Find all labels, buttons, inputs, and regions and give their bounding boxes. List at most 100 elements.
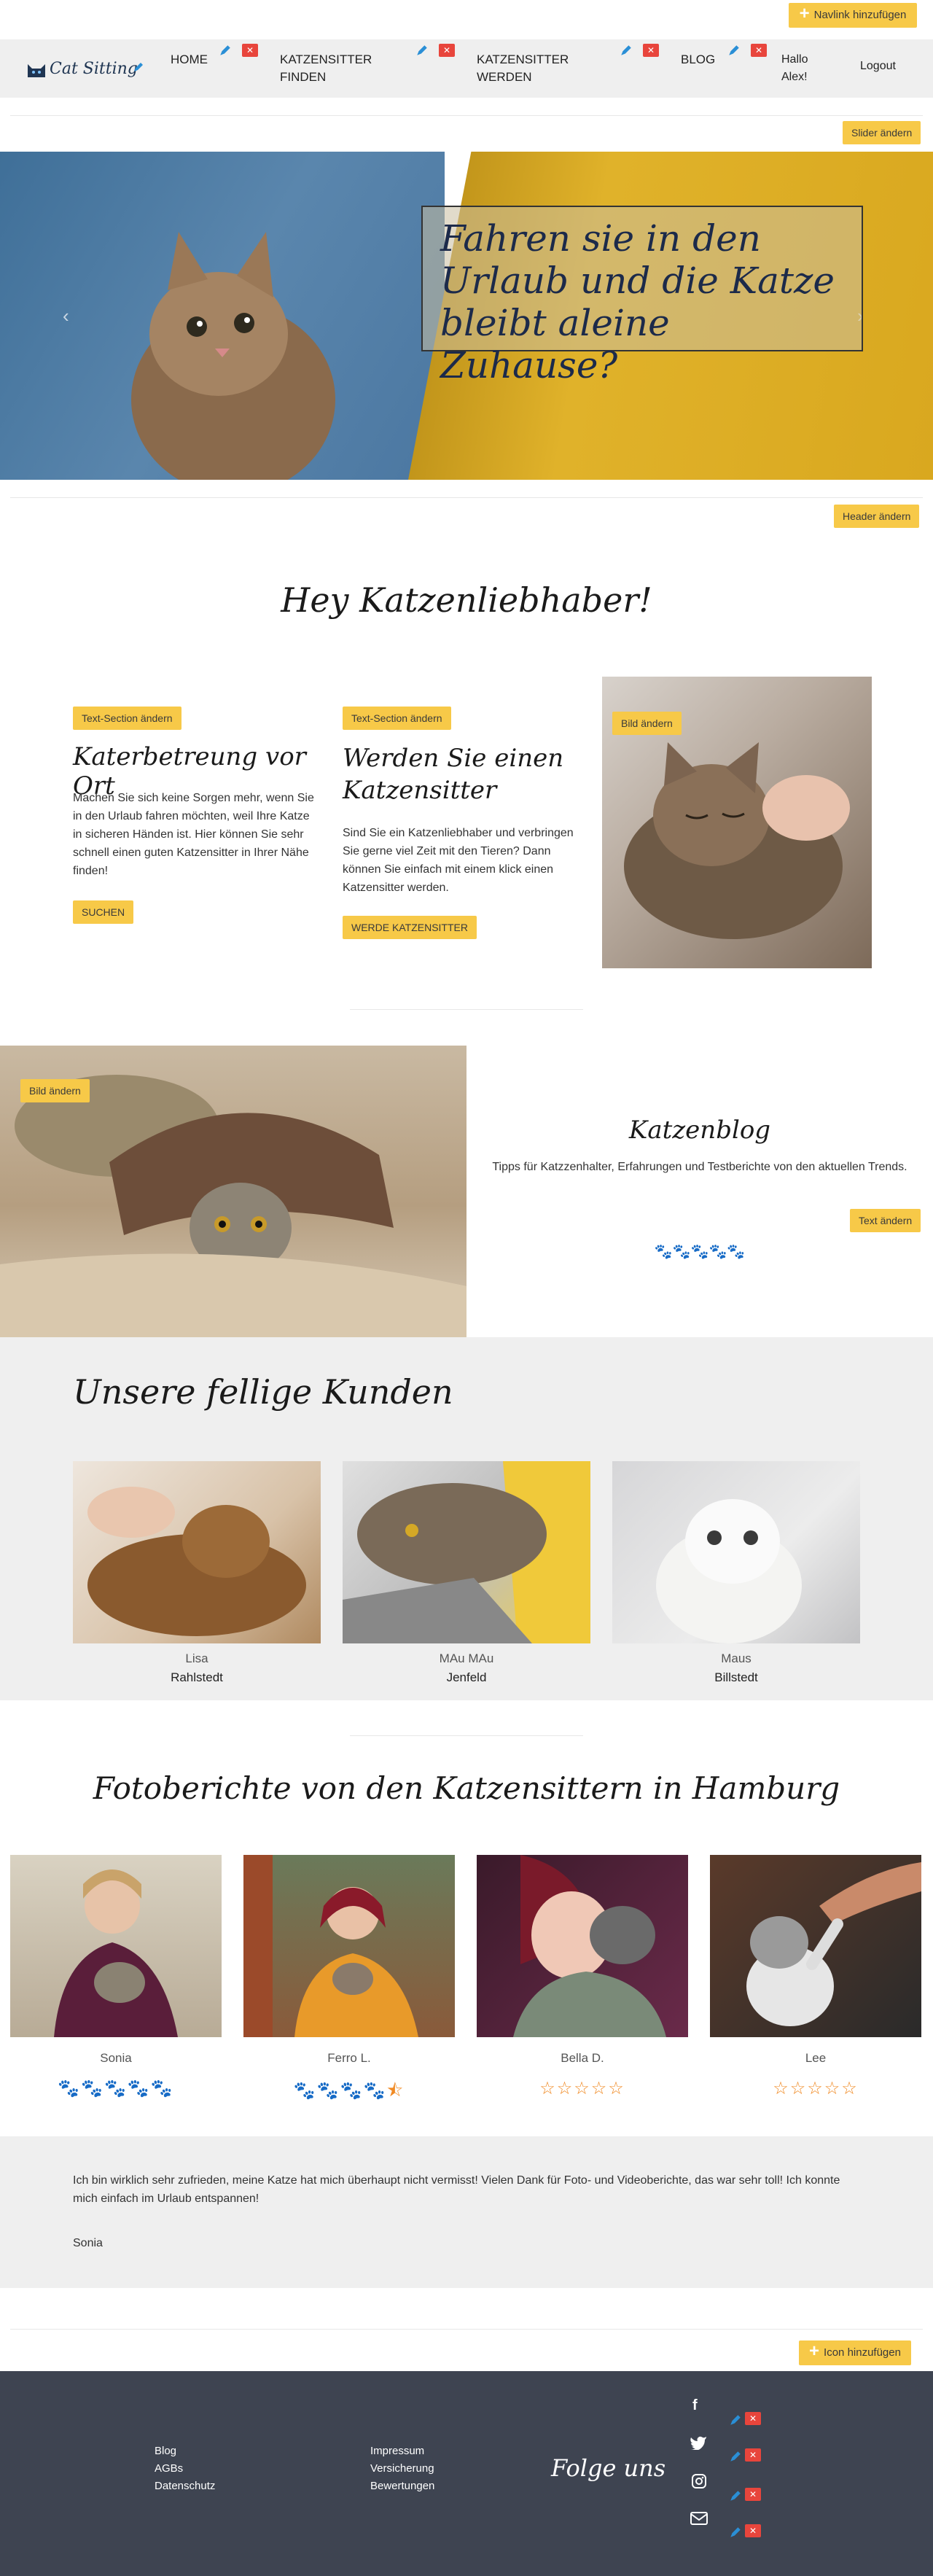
footer-links-col2: Impressum Versicherung Bewertungen: [370, 2443, 434, 2495]
blog-text: Tipps für Katzzenhalter, Erfahrungen und…: [492, 1161, 907, 1173]
edit-pencil-icon[interactable]: [415, 44, 429, 57]
customer-place: Billstedt: [714, 1670, 758, 1684]
nav-blog[interactable]: BLOG: [681, 51, 715, 69]
blog-title: Katzenblog: [628, 1116, 771, 1145]
rating-stars: 🐾🐾🐾🐾⯪: [243, 2078, 455, 2108]
delete-x-icon[interactable]: ✕: [745, 2448, 761, 2462]
customer-name: Lisa: [185, 1651, 208, 1665]
edit-pencil-icon[interactable]: [219, 44, 232, 57]
delete-x-icon[interactable]: ✕: [439, 44, 455, 57]
footer-link-insurance[interactable]: Versicherung: [370, 2460, 434, 2478]
paw-star-icon: 🐾🐾🐾🐾: [293, 2081, 387, 2101]
add-navlink-button[interactable]: + Navlink hinzufügen: [789, 3, 917, 28]
search-button[interactable]: SUCHEN: [73, 900, 134, 924]
add-icon-button[interactable]: + Icon hinzufügen: [799, 2340, 911, 2365]
cat-reaching-hand-image: [746, 1862, 921, 2026]
footer-link-blog[interactable]: Blog: [155, 2443, 215, 2460]
edit-pencil-icon[interactable]: [729, 2489, 742, 2502]
edit-text-button[interactable]: Text ändern: [850, 1209, 921, 1232]
instagram-icon[interactable]: [691, 2473, 707, 2489]
divider: [10, 497, 923, 498]
intro-col2-text: Sind Sie ein Katzenliebhaber und verbrin…: [343, 827, 574, 894]
delete-x-icon[interactable]: ✕: [745, 2412, 761, 2425]
report-photo-lee: [710, 1855, 921, 2037]
slider-prev-arrow[interactable]: ‹: [63, 305, 69, 327]
rating-stars: 🐾🐾🐾🐾🐾: [10, 2078, 222, 2099]
customer-photo-maus: [612, 1461, 860, 1643]
half-star-icon: ⯪: [386, 2081, 405, 2101]
footer: Blog AGBs Datenschutz Impressum Versiche…: [0, 2371, 933, 2576]
customers-section: Unsere fellige Kunden Lisa Rahlstedt MAu…: [0, 1337, 933, 1700]
change-image-button[interactable]: Bild ändern: [612, 712, 682, 735]
nav-become-sitter[interactable]: KATZENSITTER WERDEN: [477, 51, 586, 86]
report-name: Sonia: [100, 2051, 132, 2065]
footer-link-reviews[interactable]: Bewertungen: [370, 2478, 434, 2495]
customer-photo-lisa: [73, 1461, 321, 1643]
change-image-button[interactable]: Bild ändern: [20, 1079, 90, 1102]
footer-link-imprint[interactable]: Impressum: [370, 2443, 434, 2460]
customer-photo-maumau: [343, 1461, 590, 1643]
hero-headline-box: Fahren sie in den Urlaub und die Katze b…: [421, 206, 863, 386]
report-name: Lee: [805, 2051, 827, 2065]
intro-cat-photo: Bild ändern: [602, 677, 872, 968]
nav-find-sitter[interactable]: KATZENSITTER FINDEN: [280, 51, 389, 86]
footer-link-privacy[interactable]: Datenschutz: [155, 2478, 215, 2495]
customer-name: MAu MAu: [439, 1651, 494, 1665]
cat-image: [656, 1499, 802, 1643]
change-slider-button[interactable]: Slider ändern: [843, 121, 921, 144]
edit-pencil-icon[interactable]: [620, 44, 633, 57]
edit-pencil-icon[interactable]: [729, 2450, 742, 2463]
cat-logo-icon: [28, 64, 45, 77]
edit-pencil-icon[interactable]: [727, 44, 741, 57]
facebook-icon[interactable]: f: [692, 2397, 698, 2414]
delete-x-icon[interactable]: ✕: [745, 2524, 761, 2537]
customers-title: Unsere fellige Kunden: [73, 1372, 453, 1412]
report-photo-ferro: [243, 1855, 455, 2037]
report-photo-bella: [477, 1855, 688, 2037]
footer-link-agbs[interactable]: AGBs: [155, 2460, 215, 2478]
brand[interactable]: Cat Sitting: [26, 57, 150, 83]
testimonial-section: Ich bin wirklich sehr zufrieden, meine K…: [0, 2136, 933, 2288]
reports-title: Fotoberichte von den Katzensittern in Ha…: [93, 1770, 840, 1806]
delete-x-icon[interactable]: ✕: [242, 44, 258, 57]
report-name: Bella D.: [561, 2051, 604, 2065]
follow-us-label: Folge uns: [551, 2454, 666, 2482]
pencil-icon: [134, 63, 143, 71]
change-header-button[interactable]: Header ändern: [834, 505, 920, 528]
become-sitter-button[interactable]: WERDE KATZENSITTER: [343, 916, 477, 939]
divider: [350, 1009, 583, 1010]
logout-link[interactable]: Logout: [860, 60, 896, 73]
plus-icon: +: [809, 2341, 820, 2362]
intro-title: Hey Katzenliebhaber!: [281, 580, 652, 620]
intro-col1-text: Machen Sie sich keine Sorgen mehr, wenn …: [73, 792, 314, 877]
divider: [350, 1735, 583, 1736]
footer-links-col1: Blog AGBs Datenschutz: [155, 2443, 215, 2495]
nav-home[interactable]: HOME: [171, 51, 208, 69]
hero-cat-image: [131, 232, 335, 480]
divider: [10, 115, 923, 116]
cat-image: [87, 1487, 306, 1636]
edit-text-section-button[interactable]: Text-Section ändern: [73, 707, 181, 730]
edit-pencil-icon[interactable]: [729, 2526, 742, 2539]
testimonial-author: Sonia: [73, 2237, 103, 2249]
empty-star-icon: ☆☆☆☆☆: [539, 2079, 625, 2098]
twitter-icon[interactable]: [690, 2435, 707, 2450]
report-name: Ferro L.: [327, 2051, 371, 2065]
paw-icons: 🐾🐾🐾🐾🐾: [654, 1244, 746, 1260]
woman-with-cat-image: [54, 1869, 178, 2037]
delete-x-icon[interactable]: ✕: [643, 44, 659, 57]
delete-x-icon[interactable]: ✕: [745, 2488, 761, 2501]
edit-pencil-icon[interactable]: [729, 2413, 742, 2427]
woman-kissing-cat-image: [513, 1855, 666, 2037]
edit-text-section-button[interactable]: Text-Section ändern: [343, 707, 451, 730]
customer-place: Jenfeld: [446, 1670, 487, 1684]
mail-icon[interactable]: [690, 2511, 708, 2526]
navbar: Cat Sitting HOME ✕ KATZENSITTER FINDEN ✕…: [0, 39, 933, 98]
hero-headline: Fahren sie in den Urlaub und die Katze b…: [440, 217, 835, 386]
paw-star-icon: 🐾🐾🐾🐾🐾: [58, 2079, 174, 2098]
delete-x-icon[interactable]: ✕: [751, 44, 767, 57]
hero-slider: ‹ › Fahren sie in den Urlaub und die Kat…: [0, 152, 933, 480]
report-photo-sonia: [10, 1855, 222, 2037]
plus-icon: +: [799, 4, 810, 24]
divider: [10, 2329, 923, 2330]
